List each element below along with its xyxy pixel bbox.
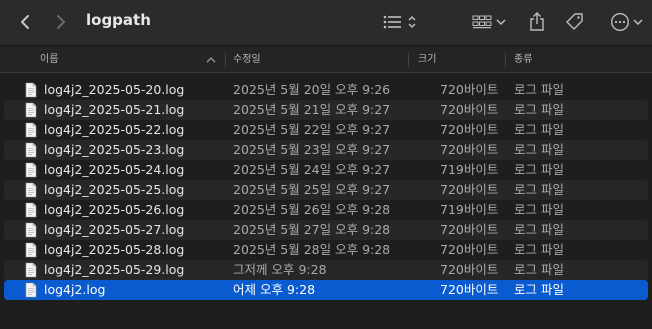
- file-name: log4j2_2025-05-24.log: [44, 162, 185, 177]
- file-kind: 로그 파일: [514, 162, 564, 177]
- share-button[interactable]: [526, 10, 548, 34]
- chevron-left-icon: [21, 15, 29, 29]
- file-kind: 로그 파일: [514, 202, 564, 217]
- file-size: 720바이트: [440, 282, 499, 297]
- sort-ascending-icon[interactable]: [206, 56, 216, 64]
- back-button[interactable]: [14, 11, 36, 33]
- chevron-down-icon: [496, 19, 506, 26]
- toolbar: logpath: [0, 0, 652, 46]
- column-date-header[interactable]: 수정일: [233, 47, 261, 73]
- file-date: 2025년 5월 25일 오후 9:27: [233, 182, 391, 197]
- file-name: log4j2_2025-05-28.log: [44, 242, 185, 257]
- file-size: 720바이트: [440, 102, 499, 117]
- more-button[interactable]: [606, 11, 646, 33]
- column-divider[interactable]: [225, 53, 226, 67]
- document-icon: [25, 82, 37, 98]
- file-row[interactable]: log4j2_2025-05-26.log 2025년 5월 26일 오후 9:2…: [4, 200, 648, 220]
- file-date: 2025년 5월 23일 오후 9:27: [233, 142, 391, 157]
- file-kind: 로그 파일: [514, 282, 564, 297]
- window-title: logpath: [86, 11, 151, 29]
- file-date: 2025년 5월 20일 오후 9:26: [233, 82, 391, 97]
- tag-icon: [566, 13, 583, 30]
- column-kind-header[interactable]: 종류: [514, 47, 532, 73]
- file-date: 2025년 5월 28일 오후 9:28: [233, 242, 391, 257]
- document-icon: [25, 242, 37, 258]
- file-row[interactable]: log4j2_2025-05-20.log 2025년 5월 20일 오후 9:2…: [4, 80, 648, 100]
- file-date: 2025년 5월 22일 오후 9:27: [233, 122, 391, 137]
- file-name: log4j2_2025-05-27.log: [44, 222, 185, 237]
- file-row[interactable]: log4j2_2025-05-29.log 그저께 오후 9:28 720바이트 로그…: [4, 260, 648, 280]
- grid-view-icon: [472, 15, 492, 29]
- document-icon: [25, 262, 37, 278]
- document-icon: [25, 222, 37, 238]
- file-date: 2025년 5월 27일 오후 9:28: [233, 222, 391, 237]
- file-date: 2025년 5월 21일 오후 9:27: [233, 102, 391, 117]
- file-row[interactable]: log4j2_2025-05-27.log 2025년 5월 27일 오후 9:2…: [4, 220, 648, 240]
- group-button[interactable]: [470, 12, 508, 32]
- file-name: log4j2_2025-05-25.log: [44, 182, 185, 197]
- file-size: 719바이트: [440, 162, 499, 177]
- file-size: 719바이트: [440, 202, 499, 217]
- file-row[interactable]: log4j2_2025-05-28.log 2025년 5월 28일 오후 9:2…: [4, 240, 648, 260]
- file-name: log4j2_2025-05-22.log: [44, 122, 185, 137]
- document-icon: [25, 142, 37, 158]
- chevron-right-icon: [57, 15, 65, 29]
- document-icon: [25, 102, 37, 118]
- file-row[interactable]: log4j2_2025-05-24.log 2025년 5월 24일 오후 9:2…: [4, 160, 648, 180]
- file-date: 어제 오후 9:28: [233, 282, 316, 297]
- file-kind: 로그 파일: [514, 102, 564, 117]
- file-date: 그저께 오후 9:28: [233, 262, 327, 277]
- document-icon: [25, 162, 37, 178]
- file-date: 2025년 5월 26일 오후 9:28: [233, 202, 391, 217]
- file-name: log4j2_2025-05-20.log: [44, 82, 185, 97]
- file-name: log4j2_2025-05-23.log: [44, 142, 185, 157]
- file-kind: 로그 파일: [514, 262, 564, 277]
- file-row[interactable]: log4j2_2025-05-22.log 2025년 5월 22일 오후 9:2…: [4, 120, 648, 140]
- file-kind: 로그 파일: [514, 142, 564, 157]
- file-kind: 로그 파일: [514, 82, 564, 97]
- column-name-header[interactable]: 이름: [40, 47, 58, 73]
- column-divider[interactable]: [505, 53, 506, 67]
- tag-button[interactable]: [564, 11, 586, 33]
- document-icon: [25, 202, 37, 218]
- file-size: 720바이트: [440, 82, 499, 97]
- file-name: log4j2_2025-05-26.log: [44, 202, 185, 217]
- file-size: 720바이트: [440, 182, 499, 197]
- share-icon: [530, 12, 544, 31]
- file-row[interactable]: log4j2_2025-05-23.log 2025년 5월 23일 오후 9:2…: [4, 140, 648, 160]
- list-view-icon: [383, 15, 401, 29]
- chevron-down-icon: [632, 19, 643, 26]
- file-kind: 로그 파일: [514, 122, 564, 137]
- forward-button[interactable]: [50, 11, 72, 33]
- file-date: 2025년 5월 24일 오후 9:27: [233, 162, 391, 177]
- file-size: 720바이트: [440, 242, 499, 257]
- file-size: 720바이트: [440, 262, 499, 277]
- column-size-header[interactable]: 크기: [418, 47, 436, 73]
- file-name: log4j2_2025-05-21.log: [44, 102, 185, 117]
- sort-chevrons-icon: [408, 15, 416, 29]
- file-row[interactable]: log4j2.log 어제 오후 9:28 720바이트 로그 파일: [4, 280, 648, 300]
- view-options-button[interactable]: [380, 12, 420, 32]
- file-kind: 로그 파일: [514, 242, 564, 257]
- file-row[interactable]: log4j2_2025-05-25.log 2025년 5월 25일 오후 9:2…: [4, 180, 648, 200]
- document-icon: [25, 282, 37, 298]
- file-size: 720바이트: [440, 122, 499, 137]
- document-icon: [25, 182, 37, 198]
- file-name: log4j2.log: [44, 282, 106, 297]
- file-row[interactable]: log4j2_2025-05-21.log 2025년 5월 21일 오후 9:2…: [4, 100, 648, 120]
- file-size: 720바이트: [440, 142, 499, 157]
- column-header: 이름 수정일 크기 종류: [0, 47, 652, 73]
- file-size: 720바이트: [440, 222, 499, 237]
- file-name: log4j2_2025-05-29.log: [44, 262, 185, 277]
- file-kind: 로그 파일: [514, 222, 564, 237]
- more-icon: [610, 12, 629, 32]
- document-icon: [25, 122, 37, 138]
- column-divider[interactable]: [408, 53, 409, 67]
- file-kind: 로그 파일: [514, 182, 564, 197]
